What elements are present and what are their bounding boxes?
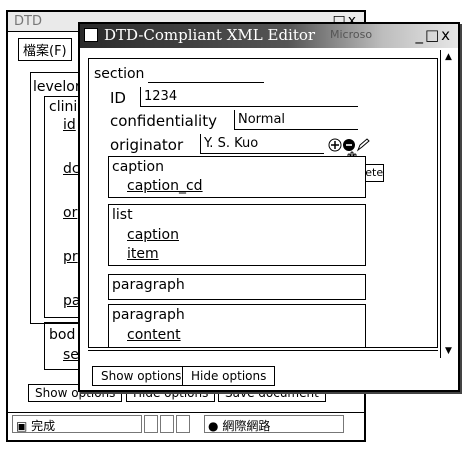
back-link-pr[interactable]: pr (63, 249, 78, 265)
status-cell (176, 415, 190, 433)
paragraph-box-2: paragraph content (108, 304, 366, 348)
originator-input[interactable]: Y. S. Kuo (200, 134, 324, 154)
status-bar: ▣ 完成 ● 網際網路 (8, 412, 364, 436)
editor-titlebar[interactable]: DTD-Compliant XML Editor Microso _□x (80, 24, 458, 48)
back-link-id[interactable]: id (63, 117, 76, 133)
back-inner-label: clini (49, 99, 78, 115)
list-item-link[interactable]: item (127, 246, 159, 262)
back-window-title: DTD (14, 14, 42, 29)
paragraph-box-1-title: paragraph (112, 277, 185, 293)
list-box-title: list (112, 207, 133, 223)
page-icon: ▣ (16, 419, 28, 433)
caption-cd-link[interactable]: caption_cd (127, 178, 203, 194)
caption-box-title: caption (112, 159, 164, 175)
originator-label: originator (110, 136, 184, 154)
back-body-link[interactable]: se (63, 347, 79, 363)
edit-icon[interactable] (356, 138, 370, 152)
id-label: ID (110, 89, 126, 107)
section-label: section (94, 66, 145, 82)
show-options-button[interactable]: Show options (92, 366, 191, 386)
scroll-down-icon[interactable]: ▼ (441, 344, 456, 358)
app-icon (84, 28, 98, 42)
confidentiality-input[interactable]: Normal (234, 110, 358, 130)
status-cell (144, 415, 158, 433)
scroll-up-icon[interactable]: ▲ (441, 50, 456, 64)
status-zone: ● 網際網路 (204, 415, 344, 433)
id-input[interactable]: 1234 (140, 87, 358, 107)
globe-icon: ● (208, 419, 219, 433)
confidentiality-label: confidentiality (110, 112, 217, 130)
paragraph-content-link[interactable]: content (127, 327, 181, 343)
status-cell (160, 415, 174, 433)
back-level-label: levelor (33, 79, 81, 95)
editor-title: DTD-Compliant XML Editor (104, 26, 316, 44)
add-icon[interactable] (328, 138, 342, 152)
list-box: list caption item (108, 204, 366, 266)
vertical-scrollbar[interactable]: ▲ ▼ (440, 50, 456, 358)
editor-title-suffix: Microso (330, 28, 373, 41)
list-caption-link[interactable]: caption (127, 227, 179, 243)
back-menu-file[interactable]: 檔案(F) (18, 38, 72, 61)
paragraph-box-1: paragraph (108, 274, 366, 300)
horizontal-scrollbar[interactable] (88, 350, 438, 358)
back-body-label: bod (49, 327, 76, 343)
status-left: ▣ 完成 (12, 415, 142, 433)
back-link-or[interactable]: or (63, 205, 77, 221)
window-controls-icon[interactable]: _□x (415, 26, 452, 44)
hide-options-button[interactable]: Hide options (182, 366, 276, 386)
section-underline (148, 82, 264, 83)
paragraph-box-2-title: paragraph (112, 307, 185, 323)
caption-box: caption caption_cd (108, 156, 366, 198)
